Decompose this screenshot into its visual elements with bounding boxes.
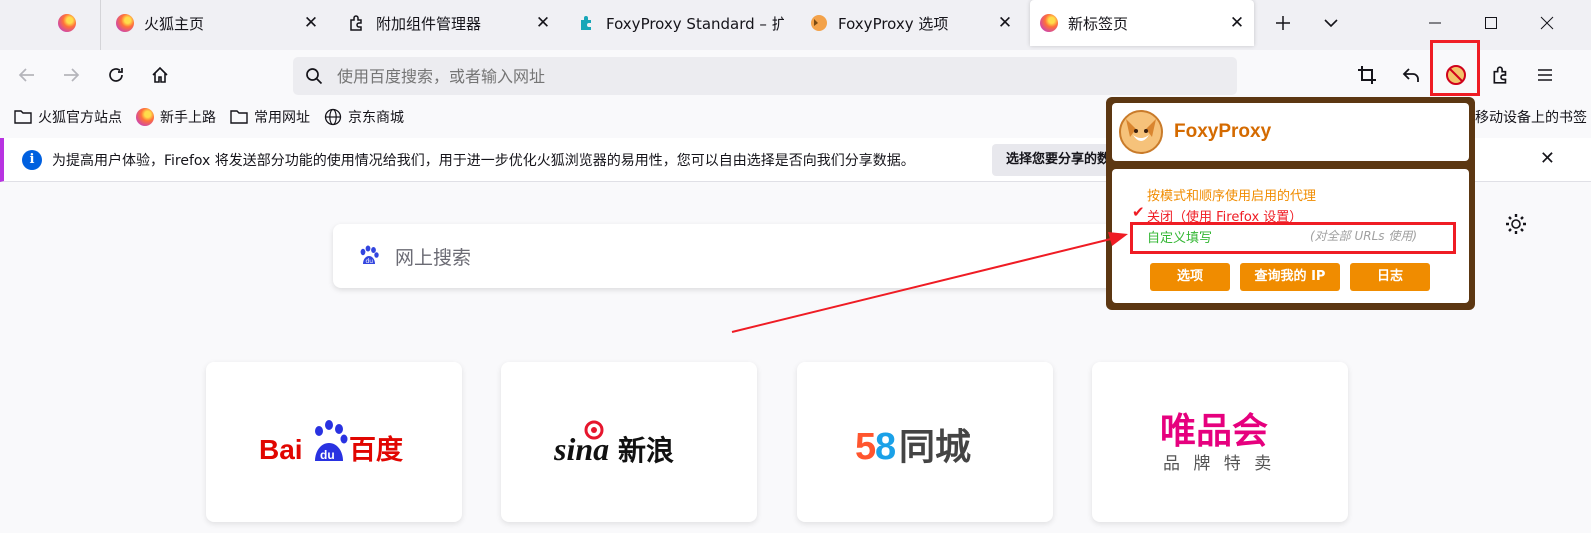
annotation-arrow xyxy=(731,232,1128,333)
